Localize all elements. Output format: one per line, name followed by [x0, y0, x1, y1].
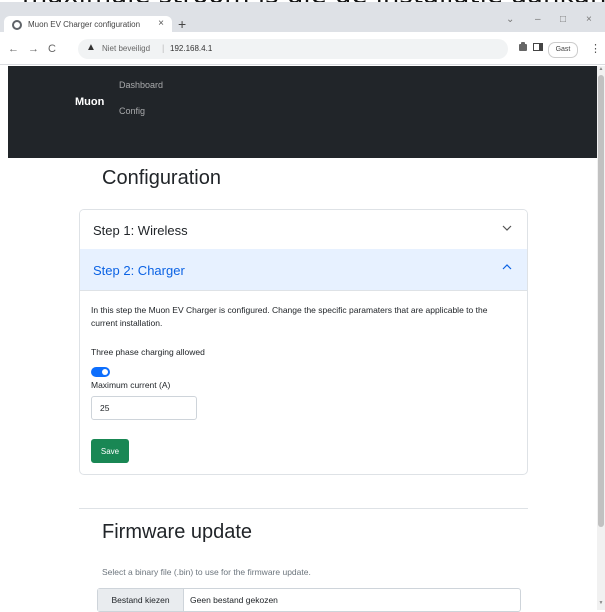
- url-text[interactable]: 192.168.4.1: [170, 44, 212, 53]
- configuration-heading: Configuration: [102, 167, 221, 189]
- choose-file-button[interactable]: Bestand kiezen: [98, 589, 184, 611]
- brand-logo[interactable]: Muon: [75, 96, 104, 108]
- insecure-label: Niet beveiligd: [102, 44, 151, 53]
- chevron-down-icon: [502, 225, 512, 231]
- config-accordion: Step 1: Wireless Step 2: Charger In this…: [79, 209, 528, 475]
- firmware-heading: Firmware update: [102, 521, 253, 543]
- three-phase-toggle[interactable]: [91, 367, 110, 377]
- step1-label: Step 1: Wireless: [93, 223, 188, 238]
- tab-search-icon[interactable]: ⌄: [506, 14, 514, 25]
- max-current-input[interactable]: [91, 396, 197, 420]
- new-tab-button[interactable]: +: [178, 16, 186, 32]
- nav-link-dashboard[interactable]: Dashboard: [119, 80, 163, 90]
- browser-tab-strip: Muon EV Charger configuration × + ⌄ – □ …: [0, 2, 605, 36]
- scrollbar-thumb[interactable]: [598, 75, 604, 527]
- section-divider: [79, 508, 528, 509]
- maximize-button[interactable]: □: [560, 14, 566, 25]
- site-navbar: Muon Dashboard Config: [8, 66, 597, 158]
- omnibox[interactable]: ▲ Niet beveiligd | 192.168.4.1: [78, 39, 508, 59]
- three-phase-label: Three phase charging allowed: [91, 347, 205, 357]
- browser-tab[interactable]: Muon EV Charger configuration ×: [4, 16, 172, 36]
- url-separator: |: [162, 43, 165, 53]
- save-button[interactable]: Save: [91, 439, 129, 463]
- scroll-down-arrow[interactable]: ▼: [598, 600, 604, 608]
- profile-button[interactable]: Gast: [548, 42, 578, 58]
- forward-button[interactable]: →: [28, 43, 39, 55]
- close-window-button[interactable]: ×: [586, 14, 592, 25]
- globe-icon: [12, 20, 22, 30]
- tab-title: Muon EV Charger configuration: [28, 20, 141, 29]
- charger-panel: In this step the Muon EV Charger is conf…: [80, 290, 527, 474]
- firmware-description: Select a binary file (.bin) to use for t…: [102, 567, 311, 577]
- step2-label: Step 2: Charger: [93, 263, 185, 278]
- warning-icon[interactable]: ▲: [86, 42, 96, 53]
- charger-description: In this step the Muon EV Charger is conf…: [91, 305, 488, 328]
- address-bar: ← → C ▲ Niet beveiligd | 192.168.4.1 Gas…: [0, 34, 605, 65]
- accordion-step-wireless[interactable]: Step 1: Wireless: [80, 210, 527, 250]
- nav-link-config[interactable]: Config: [119, 106, 145, 116]
- firmware-file-input[interactable]: Bestand kiezen Geen bestand gekozen: [97, 588, 521, 612]
- scroll-up-arrow[interactable]: ▲: [598, 66, 604, 74]
- accordion-step-charger[interactable]: Step 2: Charger: [80, 249, 527, 291]
- toggle-knob: [102, 369, 108, 375]
- profile-label: Gast: [555, 46, 571, 53]
- sidepanel-icon[interactable]: [533, 42, 543, 55]
- no-file-label: Geen bestand gekozen: [190, 595, 278, 605]
- chevron-up-icon: [502, 264, 512, 270]
- max-current-label: Maximum current (A): [91, 380, 171, 390]
- close-tab-icon[interactable]: ×: [158, 18, 164, 29]
- reload-button[interactable]: C: [48, 43, 56, 55]
- extension-icon[interactable]: [518, 42, 528, 55]
- minimize-button[interactable]: –: [535, 14, 541, 25]
- menu-icon[interactable]: ⋮: [590, 42, 601, 55]
- back-button[interactable]: ←: [8, 43, 19, 55]
